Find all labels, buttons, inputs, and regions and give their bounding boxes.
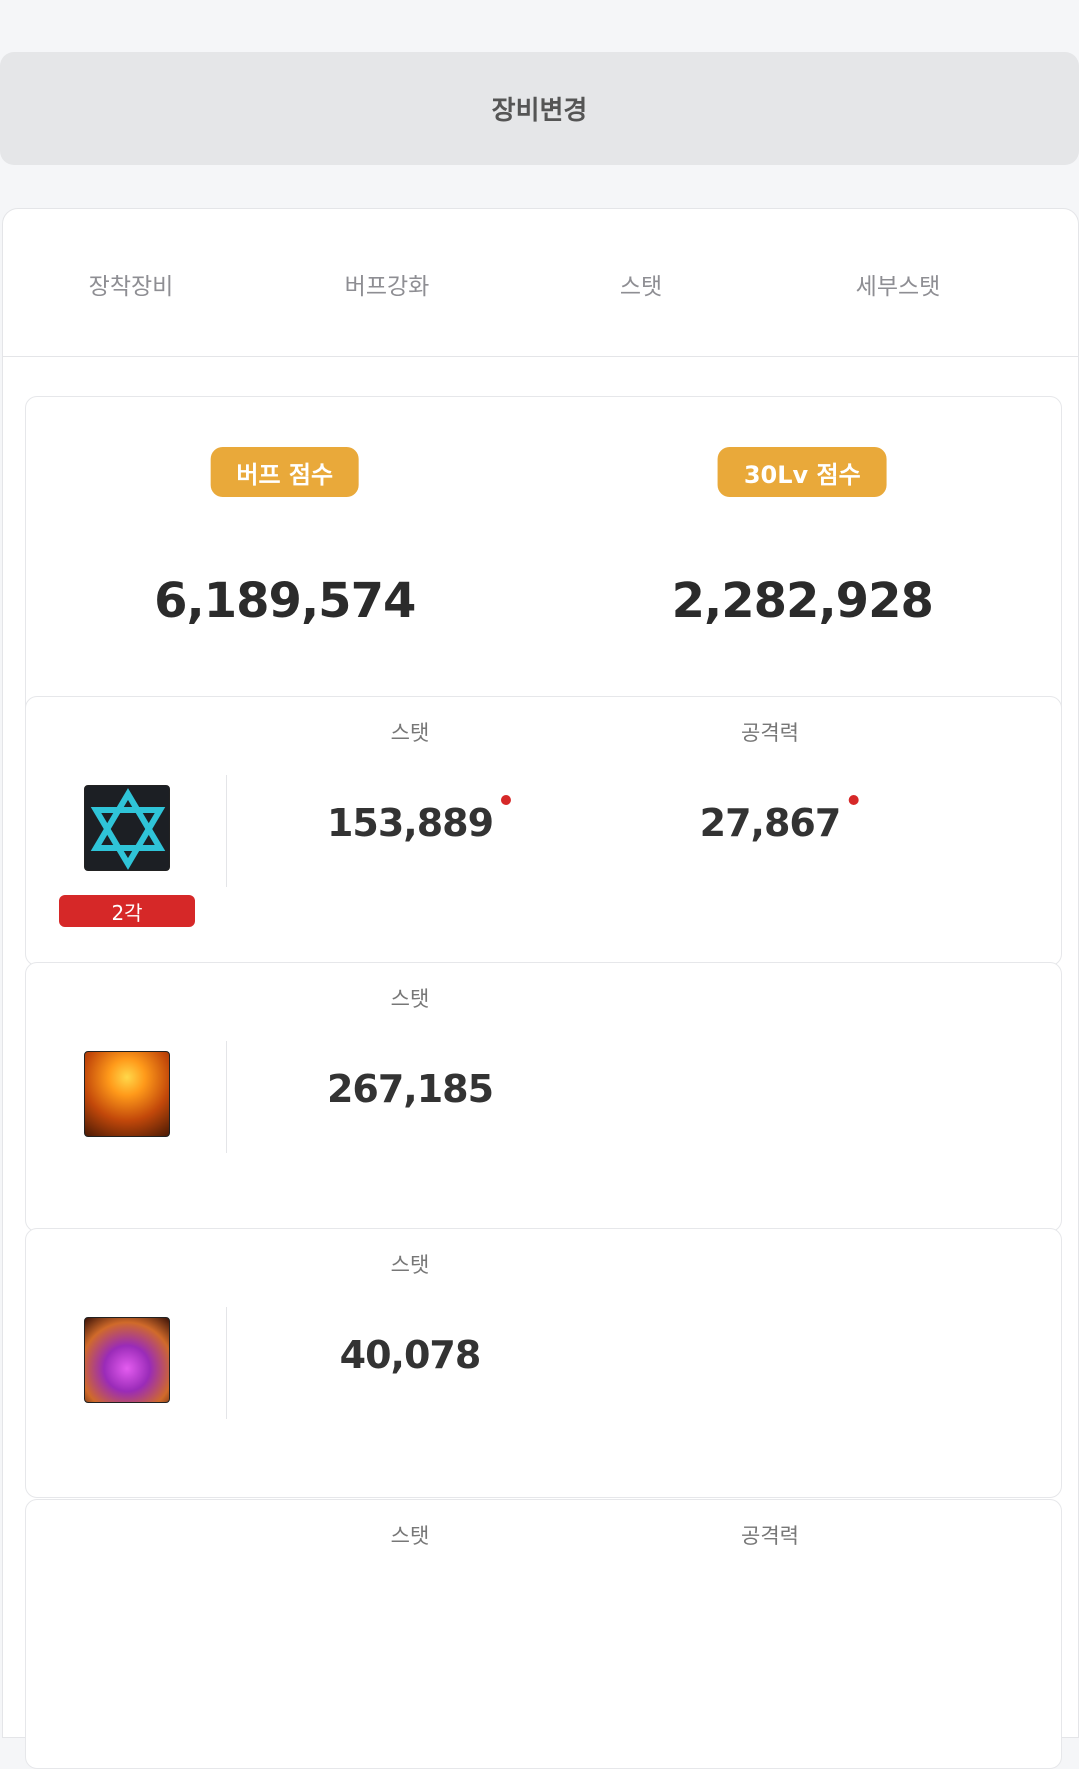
buff-score: 버프 점수 6,189,574 xyxy=(26,397,544,735)
change-equipment-button[interactable]: 장비변경 xyxy=(0,52,1079,165)
tab-bar: 장착장비 버프강화 스탯 세부스탯 xyxy=(3,209,1078,357)
change-dot xyxy=(848,795,859,805)
stat-label: 스탯 xyxy=(390,721,430,745)
lv30-score-label: 30Lv 점수 xyxy=(717,447,887,497)
magic-sigil-icon xyxy=(84,1317,170,1403)
lv30-score-value: 2,282,928 xyxy=(671,573,934,629)
hexagram-icon xyxy=(84,785,170,871)
tab-detail-stats[interactable]: 세부스탯 xyxy=(856,267,941,301)
sunburst-icon xyxy=(84,1051,170,1137)
divider xyxy=(226,1307,227,1419)
buff-score-label: 버프 점수 xyxy=(210,447,360,497)
attack-label: 공격력 xyxy=(741,1524,799,1548)
stat-value: 153,889 xyxy=(327,795,512,845)
buff-card: 스탯 공격력 xyxy=(25,1499,1062,1769)
lv30-score: 30Lv 점수 2,282,928 xyxy=(544,397,1062,735)
buff-card: 2각 스탯 153,889 공격력 27,867 xyxy=(25,696,1062,966)
awakening-badge: 2각 xyxy=(59,895,195,927)
stat-label: 스탯 xyxy=(390,987,430,1011)
stat-value: 267,185 xyxy=(326,1067,494,1111)
change-dot xyxy=(501,795,512,805)
stat-value: 40,078 xyxy=(339,1333,482,1377)
tab-buff-enhance[interactable]: 버프강화 xyxy=(345,267,430,301)
tab-equipped[interactable]: 장착장비 xyxy=(89,267,174,301)
stat-label: 스탯 xyxy=(390,1524,430,1548)
buff-card: 스탯 40,078 xyxy=(25,1228,1062,1498)
attack-label: 공격력 xyxy=(741,721,799,745)
buff-panel: 장착장비 버프강화 스탯 세부스탯 버프 점수 6,189,574 30Lv 점… xyxy=(2,208,1079,1769)
divider xyxy=(226,1041,227,1153)
stat-label: 스탯 xyxy=(390,1253,430,1277)
attack-value: 27,867 xyxy=(700,795,859,845)
buff-score-value: 6,189,574 xyxy=(154,573,416,629)
divider xyxy=(226,775,227,887)
score-card: 버프 점수 6,189,574 30Lv 점수 2,282,928 xyxy=(25,396,1062,736)
tab-stats[interactable]: 스탯 xyxy=(620,267,662,301)
buff-card: 스탯 267,185 xyxy=(25,962,1062,1232)
